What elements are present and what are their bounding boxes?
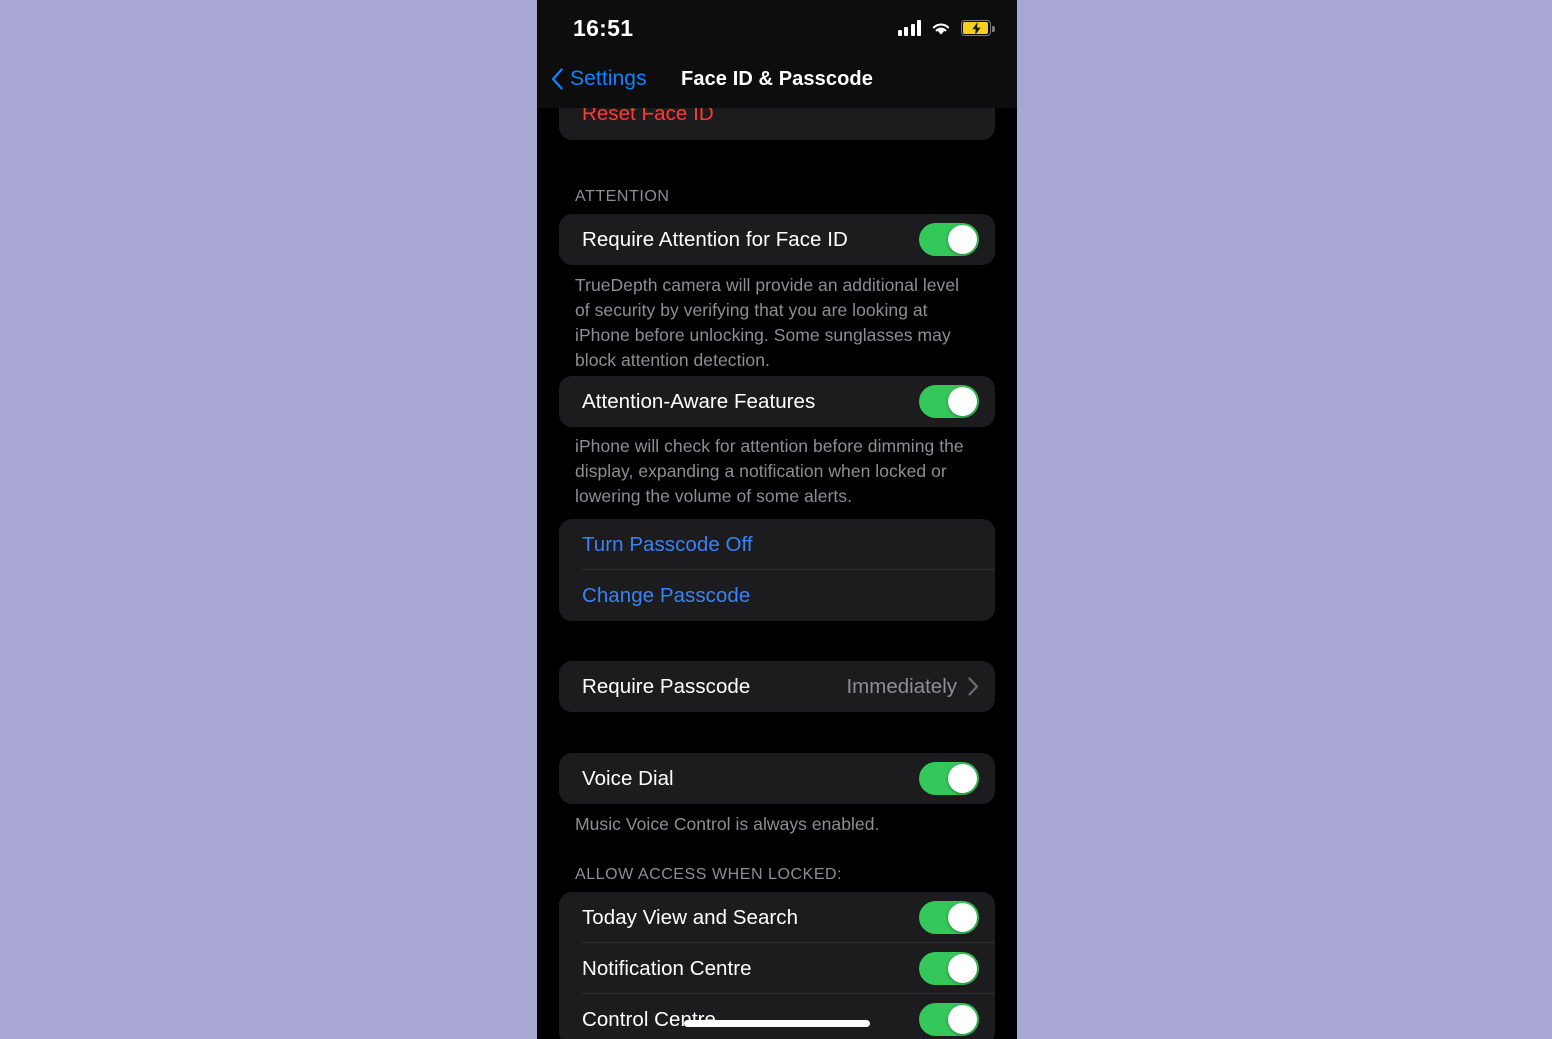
- toggle-knob: [948, 903, 977, 932]
- toggle-knob: [948, 954, 977, 983]
- row-label-turn-passcode-off: Turn Passcode Off: [582, 532, 753, 556]
- section-header-allow-access: ALLOW ACCESS WHEN LOCKED:: [575, 866, 843, 883]
- toggle-knob: [948, 225, 977, 254]
- row-attention-aware-features[interactable]: Attention-Aware Features: [559, 376, 995, 427]
- require-passcode-card: Require Passcode Immediately: [559, 661, 995, 712]
- battery-charging-icon: [961, 20, 995, 36]
- toggle-today-view-and-search[interactable]: [919, 901, 979, 934]
- attention-aware-card: Attention-Aware Features: [559, 376, 995, 427]
- row-label-change-passcode: Change Passcode: [582, 583, 751, 607]
- row-change-passcode[interactable]: Change Passcode: [559, 570, 995, 621]
- row-value-require-passcode: Immediately: [846, 674, 957, 698]
- toggle-knob: [948, 1005, 977, 1034]
- home-indicator[interactable]: [684, 1020, 870, 1027]
- navigation-bar: Settings Face ID & Passcode: [537, 58, 1017, 108]
- row-label-attention-aware: Attention-Aware Features: [582, 389, 816, 413]
- row-notification-centre[interactable]: Notification Centre: [559, 943, 995, 994]
- settings-scroll-view[interactable]: Reset Face ID ATTENTION Require Attentio…: [537, 0, 1017, 1039]
- row-label-require-passcode: Require Passcode: [582, 674, 751, 698]
- chevron-right-icon: [968, 677, 979, 696]
- passcode-actions-card: Turn Passcode Off Change Passcode: [559, 519, 995, 621]
- row-label-require-attention: Require Attention for Face ID: [582, 227, 848, 251]
- footer-voice-dial: Music Voice Control is always enabled.: [575, 814, 880, 834]
- require-attention-card: Require Attention for Face ID: [559, 214, 995, 265]
- footer-attention-aware: iPhone will check for attention before d…: [575, 436, 964, 506]
- row-label-notification-centre: Notification Centre: [582, 956, 752, 980]
- toggle-voice-dial[interactable]: [919, 762, 979, 795]
- row-require-passcode[interactable]: Require Passcode Immediately: [559, 661, 995, 712]
- footer-attention: TrueDepth camera will provide an additio…: [575, 275, 960, 370]
- toggle-notification-centre[interactable]: [919, 952, 979, 985]
- iphone-screen: Reset Face ID ATTENTION Require Attentio…: [537, 0, 1017, 1039]
- cellular-signal-icon: [897, 20, 921, 36]
- row-turn-passcode-off[interactable]: Turn Passcode Off: [559, 519, 995, 570]
- row-label-voice-dial: Voice Dial: [582, 766, 674, 790]
- row-voice-dial[interactable]: Voice Dial: [559, 753, 995, 804]
- toggle-knob: [948, 387, 977, 416]
- row-label-today-view-and-search: Today View and Search: [582, 905, 799, 929]
- allow-access-card: Today View and Search Notification Centr…: [559, 892, 995, 1039]
- status-bar-icons: [897, 16, 995, 40]
- section-header-attention: ATTENTION: [575, 188, 670, 205]
- toggle-require-attention-for-face-id[interactable]: [919, 223, 979, 256]
- voice-dial-card: Voice Dial: [559, 753, 995, 804]
- toggle-attention-aware-features[interactable]: [919, 385, 979, 418]
- wifi-icon: [932, 23, 950, 35]
- toggle-control-centre[interactable]: [919, 1003, 979, 1036]
- row-require-attention-for-face-id[interactable]: Require Attention for Face ID: [559, 214, 995, 265]
- row-today-view-and-search[interactable]: Today View and Search: [559, 892, 995, 943]
- status-bar-clock: 16:51: [573, 15, 634, 41]
- row-control-centre[interactable]: Control Centre: [559, 994, 995, 1039]
- page-title: Face ID & Passcode: [681, 68, 873, 90]
- toggle-knob: [948, 764, 977, 793]
- status-bar: 16:51: [537, 0, 1017, 58]
- charging-bolt-icon: [972, 21, 981, 35]
